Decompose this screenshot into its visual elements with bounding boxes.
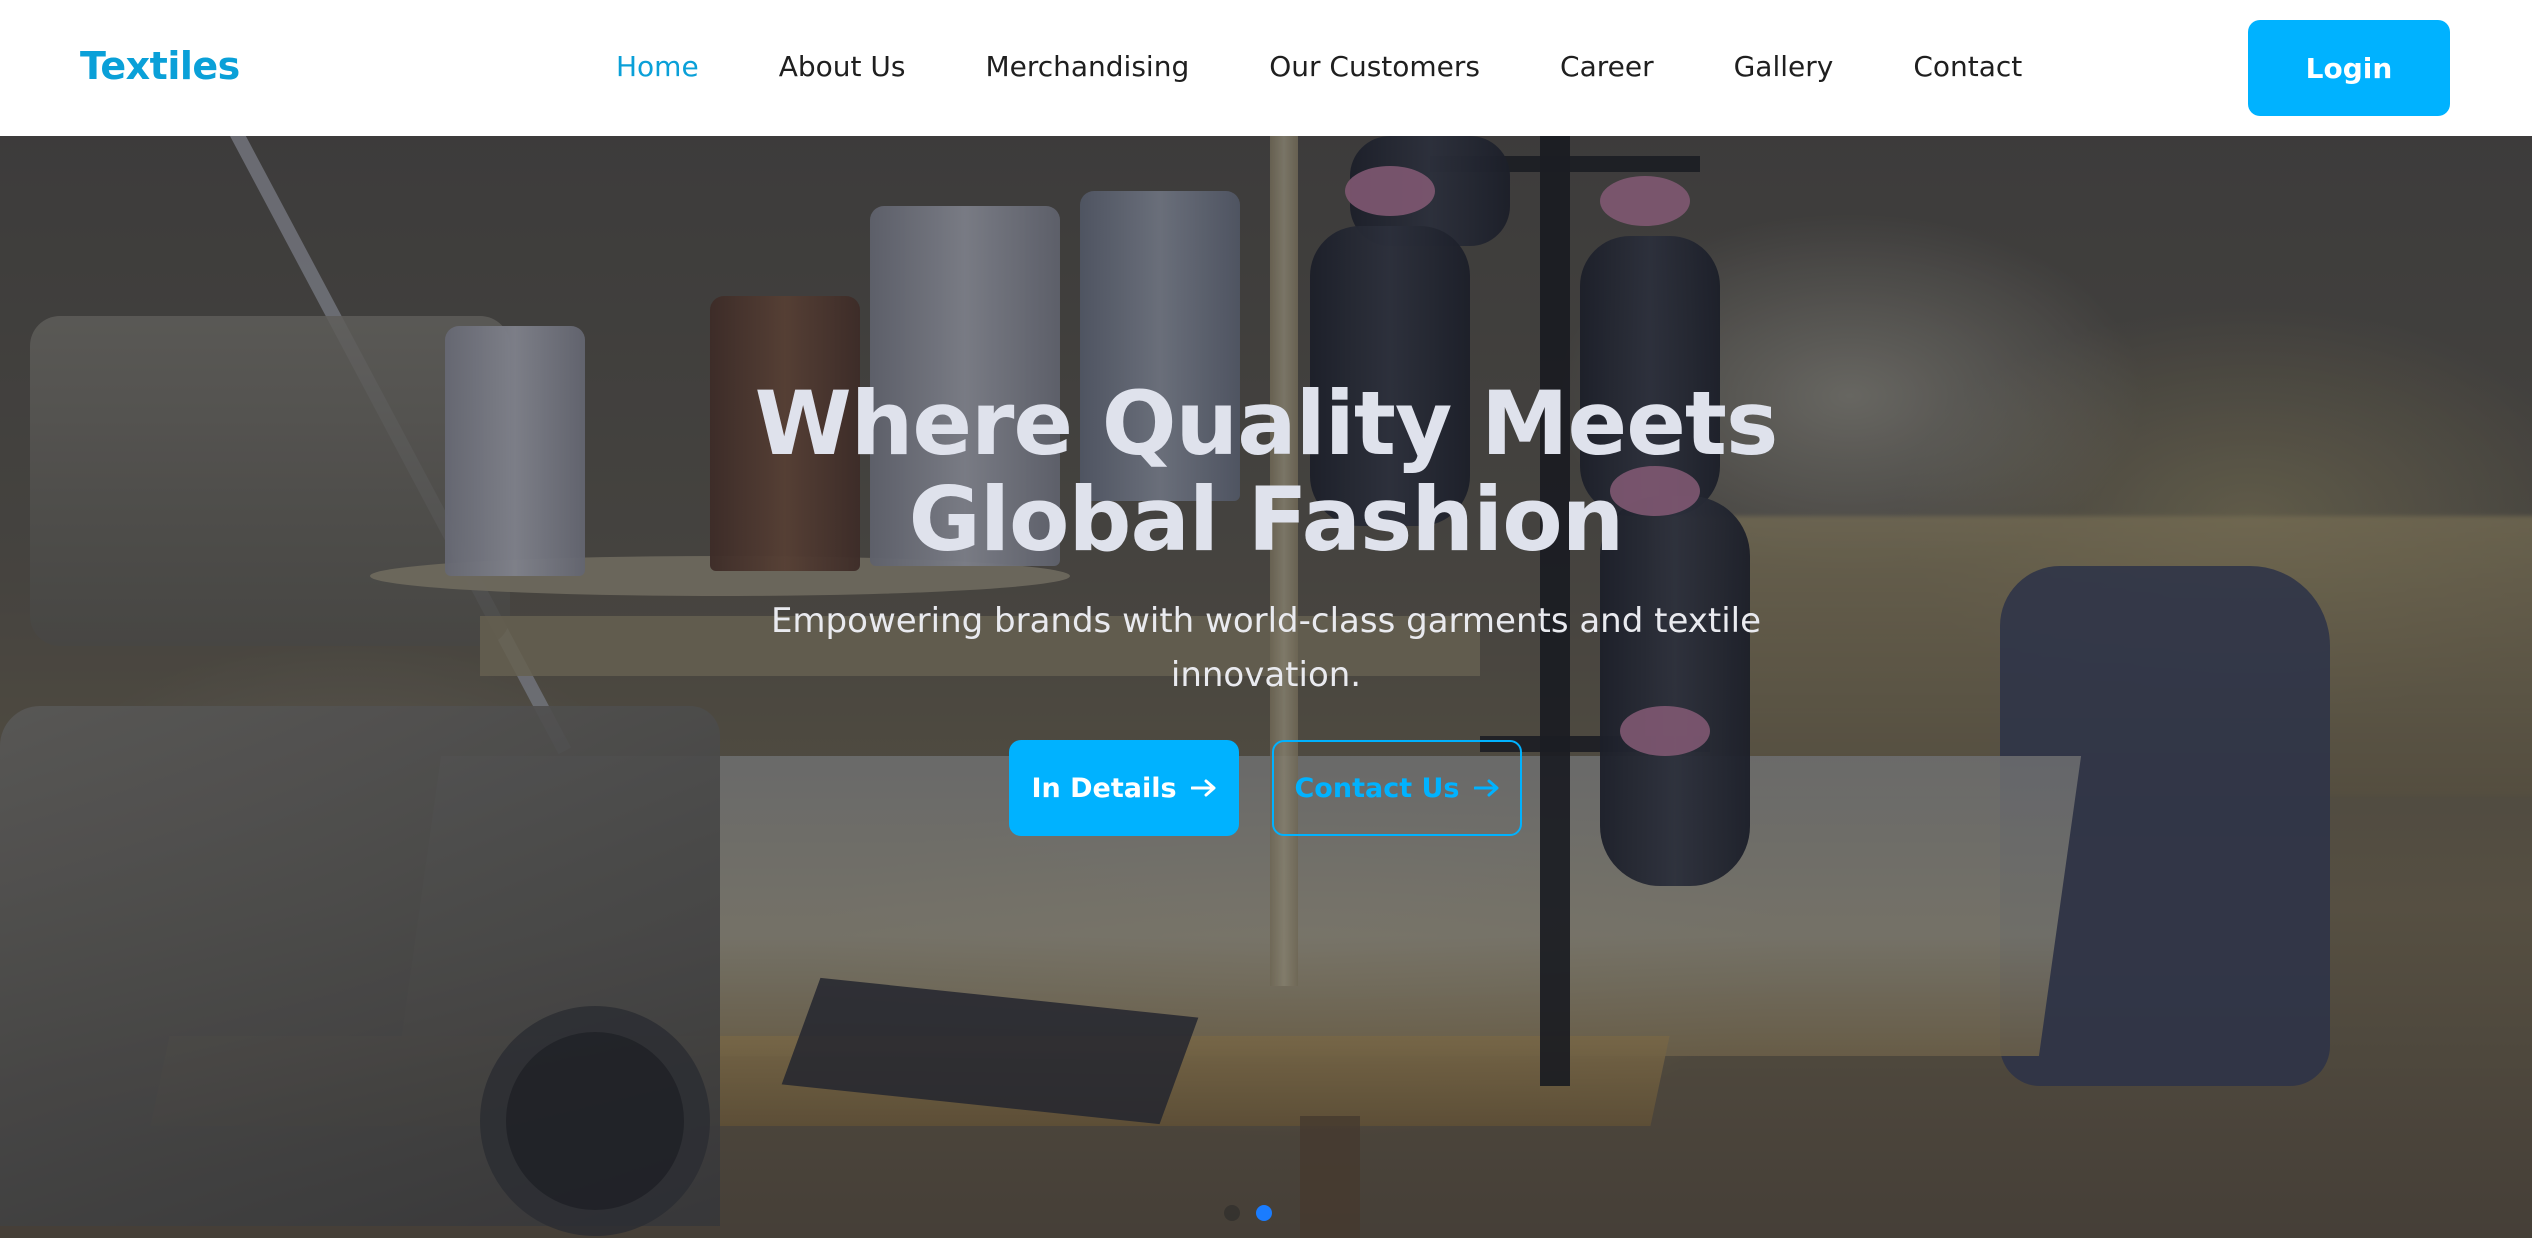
hero-cta-group: In Details Contact Us	[1009, 740, 1522, 836]
carousel-dot-2[interactable]	[1256, 1205, 1272, 1221]
hero-subtitle-line-1: Empowering brands with world-class garme…	[770, 601, 1762, 641]
hero-subtitle-line-2: innovation.	[1170, 655, 1362, 695]
nav-item-career[interactable]: Career	[1560, 50, 1654, 83]
contact-us-label: Contact Us	[1294, 772, 1460, 804]
contact-us-button[interactable]: Contact Us	[1272, 740, 1522, 836]
in-details-label: In Details	[1031, 772, 1177, 804]
nav-item-merchandising[interactable]: Merchandising	[985, 50, 1189, 83]
nav-item-about-us[interactable]: About Us	[779, 50, 906, 83]
login-button[interactable]: Login	[2248, 20, 2450, 116]
carousel-dot-1[interactable]	[1224, 1205, 1240, 1221]
hero-title-line-1: Where Quality Meets	[754, 372, 1779, 475]
hero-title-line-2: Global Fashion	[908, 468, 1625, 571]
hero-subtitle: Empowering brands with world-class garme…	[766, 594, 1766, 702]
in-details-button[interactable]: In Details	[1009, 740, 1239, 836]
site-header: Textiles Home About Us Merchandising Our…	[0, 0, 2532, 136]
arrow-right-icon	[1190, 779, 1217, 797]
carousel-indicators	[1224, 1205, 1272, 1221]
nav-item-contact[interactable]: Contact	[1913, 50, 2022, 83]
nav-item-gallery[interactable]: Gallery	[1734, 50, 1834, 83]
main-nav: Home About Us Merchandising Our Customer…	[616, 50, 2022, 83]
brand-logo[interactable]: Textiles	[80, 44, 240, 88]
hero-content: Where Quality Meets Global Fashion Empow…	[0, 136, 2532, 1238]
hero-banner: Where Quality Meets Global Fashion Empow…	[0, 136, 2532, 1238]
nav-item-our-customers[interactable]: Our Customers	[1269, 50, 1480, 83]
nav-item-home[interactable]: Home	[616, 50, 699, 83]
hero-title: Where Quality Meets Global Fashion	[666, 376, 1866, 568]
arrow-right-icon	[1473, 779, 1500, 797]
